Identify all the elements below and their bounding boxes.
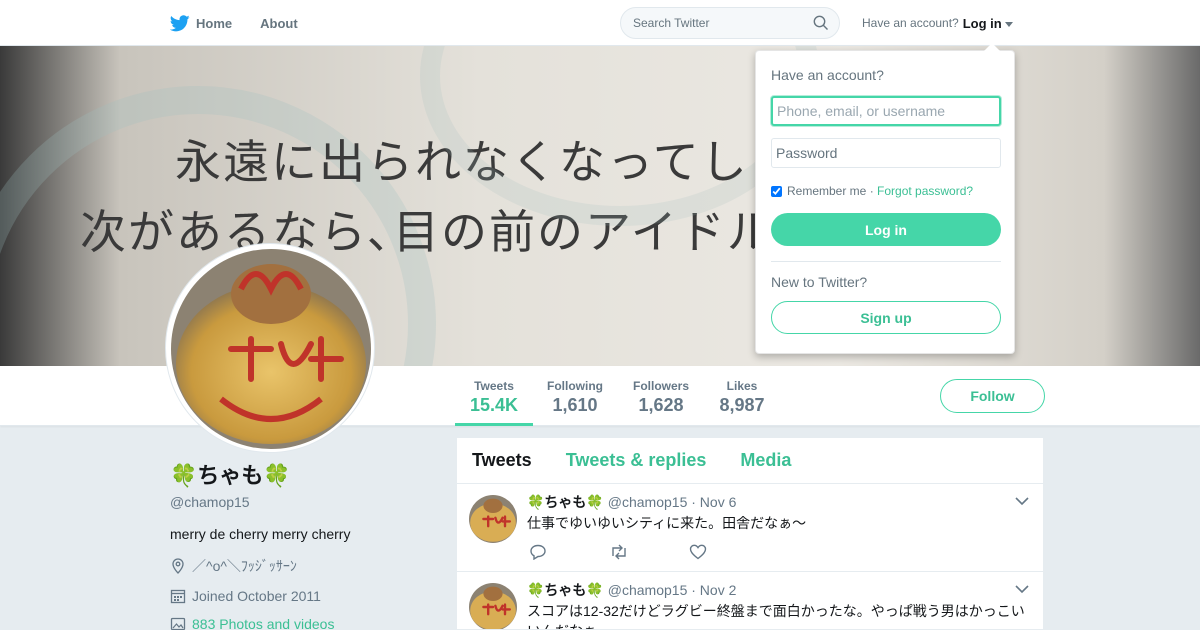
profile-media: 883 Photos and videos [170, 616, 440, 630]
stat-followers[interactable]: Followers 1,628 [626, 366, 696, 426]
timeline-tabs: Tweets Tweets & replies Media [457, 438, 1043, 484]
tweet-header: 🍀ちゃも🍀 @chamop15 · Nov 2 [527, 580, 736, 600]
profile-location: ／^o^＼ﾌｯｼﾞｯｻｰﾝ [170, 556, 440, 576]
tweet-author-handle[interactable]: @chamop15 [608, 582, 688, 598]
profile-avatar[interactable] [165, 243, 375, 453]
stat-tweets-label: Tweets [474, 379, 514, 393]
login-dropdown-toggle[interactable]: Log in [963, 16, 1013, 31]
avatar-image [171, 249, 371, 449]
stat-likes-label: Likes [726, 379, 758, 393]
profile-joined: Joined October 2011 [170, 588, 440, 604]
twitter-bird-icon [170, 14, 190, 31]
tweet-text: スコアは12-32だけどラグビー終盤まで面白かったな。やっぱ戦う男はかっこいいん… [527, 603, 1025, 629]
tweet-text: 仕事でゆいゆいシティに来た。田舎だなぁ〜 [527, 515, 807, 531]
login-button[interactable]: Log in [771, 213, 1001, 246]
remember-me-checkbox[interactable] [771, 185, 782, 197]
tab-media[interactable]: Media [740, 450, 791, 471]
calendar-icon [170, 589, 186, 604]
signup-button[interactable]: Sign up [771, 301, 1001, 334]
stat-likes[interactable]: Likes 8,987 [712, 366, 772, 426]
chevron-down-icon[interactable] [1015, 584, 1029, 594]
password-input[interactable] [771, 138, 1001, 168]
remember-me-label[interactable]: Remember me [787, 184, 866, 198]
tweet-actions [529, 544, 769, 565]
tweet[interactable]: 🍀ちゃも🍀 @chamop15 · Nov 6 仕事でゆいゆいシティに来た。田舎… [457, 484, 1043, 572]
remember-row: Remember me · Forgot password? [771, 184, 973, 198]
dropdown-divider [771, 261, 1001, 262]
account-area: Have an account? Log in [862, 0, 1013, 46]
reply-icon[interactable] [529, 544, 547, 561]
stat-tweets-value: 15.4K [469, 395, 519, 415]
search-box [620, 7, 840, 39]
tweet-header: 🍀ちゃも🍀 @chamop15 · Nov 6 [527, 492, 736, 512]
tab-tweets[interactable]: Tweets [472, 450, 532, 471]
top-navigation-bar: Home About Have an account? Log in [0, 0, 1200, 46]
photo-icon [170, 617, 186, 630]
username-input[interactable] [771, 96, 1001, 126]
follow-button[interactable]: Follow [940, 379, 1045, 413]
tweet-date[interactable]: · Nov 2 [691, 582, 736, 598]
nav-left: Home About [170, 0, 326, 46]
login-dropdown: Have an account? Remember me · Forgot pa… [755, 43, 1015, 354]
have-account-text: Have an account? [862, 16, 959, 30]
profile-joined-text: Joined October 2011 [192, 588, 321, 604]
stat-followers-value: 1,628 [638, 395, 684, 415]
tab-tweets-and-replies[interactable]: Tweets & replies [566, 450, 707, 471]
stat-followers-label: Followers [632, 379, 689, 393]
tweet[interactable]: 🍀ちゃも🍀 @chamop15 · Nov 2 スコアは12-32だけどラグビー… [457, 572, 1043, 629]
chevron-down-icon[interactable] [1015, 496, 1029, 506]
retweet-icon[interactable] [609, 544, 629, 560]
caret-down-icon [1004, 21, 1013, 27]
stat-tweets[interactable]: Tweets 15.4K [455, 366, 533, 426]
profile-media-link[interactable]: 883 Photos and videos [192, 616, 334, 630]
tweet-author-name[interactable]: 🍀ちゃも🍀 [527, 582, 604, 598]
search-icon[interactable] [813, 15, 829, 31]
profile-bio: merry de cherry merry cherry [170, 526, 351, 542]
remember-separator: · [866, 184, 878, 198]
banner-text-line-2: 次があるなら､目の前のアイドルとし [80, 205, 871, 259]
tweet-avatar[interactable] [469, 583, 517, 629]
nav-home[interactable]: Home [170, 14, 233, 32]
nav-home-label: Home [196, 15, 233, 31]
new-to-twitter-text: New to Twitter? [771, 274, 868, 290]
profile-card: 🍀ちゃも🍀 @chamop15 merry de cherry merry ch… [170, 458, 440, 630]
nav-about[interactable]: About [260, 16, 298, 31]
stat-following-label: Following [547, 379, 603, 393]
login-dropdown-title: Have an account? [771, 67, 884, 83]
location-pin-icon [172, 558, 184, 574]
stat-likes-value: 8,987 [719, 395, 765, 415]
search-input[interactable] [621, 8, 801, 38]
tweet-avatar[interactable] [469, 495, 517, 543]
forgot-password-link[interactable]: Forgot password? [877, 184, 973, 198]
like-heart-icon[interactable] [689, 544, 707, 560]
stat-following-value: 1,610 [552, 395, 598, 415]
tweet-author-handle[interactable]: @chamop15 [608, 494, 688, 510]
profile-handle[interactable]: @chamop15 [170, 494, 440, 510]
timeline: Tweets Tweets & replies Media 🍀ちゃも🍀 @cha… [456, 437, 1044, 630]
stat-following[interactable]: Following 1,610 [540, 366, 610, 426]
tweet-date[interactable]: · Nov 6 [691, 494, 736, 510]
login-link-label: Log in [962, 15, 1002, 31]
profile-name: 🍀ちゃも🍀 [170, 463, 291, 488]
dropdown-arrow [984, 43, 1000, 51]
profile-location-text: ／^o^＼ﾌｯｼﾞｯｻｰﾝ [192, 558, 297, 574]
tweet-author-name[interactable]: 🍀ちゃも🍀 [527, 494, 604, 510]
nav-about-label: About [260, 15, 298, 31]
